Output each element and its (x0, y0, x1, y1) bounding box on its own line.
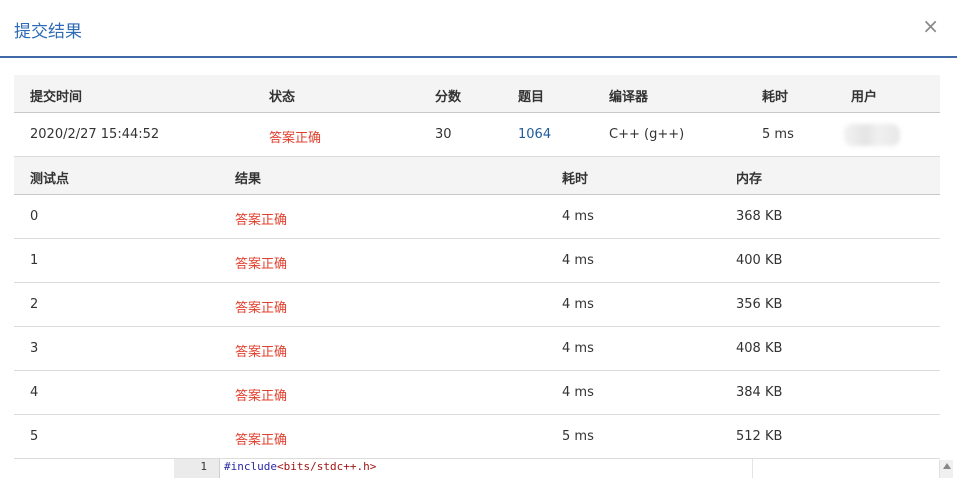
header-memory: 内存 (736, 172, 763, 187)
submission-result-dialog: 提交结果 × 提交时间 状态 分数 题目 编译器 耗时 用户 2020/2/27… (0, 0, 957, 478)
code-line: #include<bits/stdc++.h> (224, 460, 376, 473)
scroll-up-icon[interactable] (943, 463, 951, 469)
testcase-id: 2 (30, 297, 39, 312)
header-result: 结果 (235, 172, 262, 187)
header-problem: 题目 (518, 90, 545, 105)
submit-time: 2020/2/27 15:44:52 (30, 127, 160, 142)
summary-row: 2020/2/27 15:44:52 答案正确 30 1064 C++ (g++… (14, 113, 940, 157)
testcase-id: 1 (30, 253, 39, 268)
testcase-id: 5 (30, 429, 39, 444)
testcase-memory: 384 KB (736, 385, 783, 400)
testcase-memory: 400 KB (736, 253, 783, 268)
code-directive: #include (224, 460, 277, 473)
testcase-time: 4 ms (562, 253, 594, 268)
testcase-result: 答案正确 (235, 257, 288, 272)
table-row: 2 答案正确 4 ms 356 KB (14, 283, 940, 327)
testcase-result: 答案正确 (235, 433, 288, 448)
testcase-time: 4 ms (562, 209, 594, 224)
testcase-result: 答案正确 (235, 389, 288, 404)
table-row: 0 答案正确 4 ms 368 KB (14, 195, 940, 239)
line-number: 1 (200, 460, 207, 473)
scrollbar[interactable] (939, 460, 953, 478)
duration-value: 5 ms (762, 127, 794, 142)
testcase-id: 0 (30, 209, 39, 224)
source-code-viewer[interactable]: 1 #include<bits/stdc++.h> (174, 459, 940, 478)
line-number-gutter: 1 (174, 459, 220, 478)
table-row: 4 答案正确 4 ms 384 KB (14, 371, 940, 415)
status-text: 答案正确 (269, 131, 322, 146)
table-row: 1 答案正确 4 ms 400 KB (14, 239, 940, 283)
user-avatar-blurred[interactable] (844, 124, 900, 146)
close-button[interactable]: × (922, 16, 939, 36)
testcase-time: 4 ms (562, 341, 594, 356)
table-row: 3 答案正确 4 ms 408 KB (14, 327, 940, 371)
testcase-result: 答案正确 (235, 301, 288, 316)
header-submit-time: 提交时间 (30, 90, 83, 105)
dialog-header: 提交结果 × (0, 0, 957, 58)
header-testcase: 测试点 (30, 172, 70, 187)
testcase-memory: 408 KB (736, 341, 783, 356)
testcase-time: 5 ms (562, 429, 594, 444)
compiler-value: C++ (g++) (609, 127, 685, 142)
dialog-title: 提交结果 (14, 22, 82, 42)
testcase-memory: 356 KB (736, 297, 783, 312)
table-row: 5 答案正确 5 ms 512 KB (14, 415, 940, 459)
testcase-id: 4 (30, 385, 39, 400)
header-compiler: 编译器 (609, 90, 649, 105)
header-user: 用户 (851, 90, 878, 105)
summary-header-row: 提交时间 状态 分数 题目 编译器 耗时 用户 (14, 75, 940, 113)
header-duration: 耗时 (762, 90, 789, 105)
testcase-memory: 512 KB (736, 429, 783, 444)
testcase-time: 4 ms (562, 385, 594, 400)
header-status: 状态 (269, 90, 296, 105)
testcase-time: 4 ms (562, 297, 594, 312)
testcase-memory: 368 KB (736, 209, 783, 224)
header-time: 耗时 (562, 172, 589, 187)
testcase-header-row: 测试点 结果 耗时 内存 (14, 157, 940, 195)
testcase-result: 答案正确 (235, 345, 288, 360)
code-header-name: <bits/stdc++.h> (276, 460, 377, 473)
header-score: 分数 (435, 90, 462, 105)
code-divider (752, 459, 753, 478)
score-value: 30 (435, 127, 452, 142)
testcase-result: 答案正确 (235, 213, 288, 228)
problem-link[interactable]: 1064 (518, 127, 551, 142)
testcase-id: 3 (30, 341, 39, 356)
